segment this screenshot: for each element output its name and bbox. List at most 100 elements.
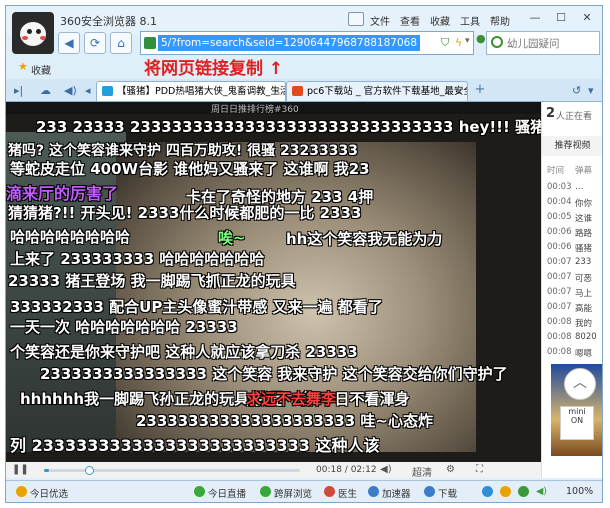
volume-icon[interactable]: ◀): [380, 464, 392, 475]
shield-icon[interactable]: ⛉: [441, 36, 449, 50]
back-button[interactable]: ◀: [58, 32, 80, 54]
restore-tab-icon[interactable]: ↺: [572, 84, 581, 97]
minimize-button[interactable]: —: [526, 10, 544, 26]
status-accelerator[interactable]: 加速器: [382, 486, 411, 500]
progress-bar[interactable]: [44, 466, 300, 475]
app-title: 360安全浏览器 8.1: [60, 15, 157, 28]
status-download[interactable]: 下载: [438, 486, 457, 500]
danmaku-list-text[interactable]: 你你: [575, 197, 592, 209]
danmaku-comment: 猜猜猪?!! 开头见! 2333什么时候都肥的一比 2333: [8, 204, 362, 222]
video-player[interactable]: 周日日推排行榜#360 233 23333 233333333333333333…: [6, 102, 541, 464]
danmaku-comment: hhhhhh我一脚踢飞孙正龙的玩具 我是一台 一日不看渾身: [20, 390, 410, 408]
menu-view[interactable]: 查看: [400, 13, 420, 28]
search-engine-icon[interactable]: ●: [476, 32, 486, 45]
search-box[interactable]: 幼儿园疑问: [486, 31, 600, 55]
quality-button[interactable]: 超清: [412, 464, 432, 479]
danmaku-comment: 求远不去舞李: [246, 390, 337, 408]
danmaku-list-time: 00:07: [547, 257, 572, 267]
progress-handle[interactable]: [85, 466, 95, 475]
video-topbar: 周日日推排行榜#360: [6, 102, 541, 115]
bilibili-icon: [102, 86, 113, 96]
fullscreen-icon[interactable]: ⛶: [476, 464, 483, 475]
progress-fill: [44, 469, 50, 472]
danmaku-list-text[interactable]: 233: [575, 257, 591, 267]
danmaku-list-text[interactable]: …: [575, 182, 584, 192]
danmaku-list-text[interactable]: 嗯嗯: [575, 347, 592, 359]
refresh-button[interactable]: ⟳: [84, 32, 106, 54]
new-tab-button[interactable]: +: [472, 83, 488, 98]
danmaku-list-text[interactable]: 马上: [575, 287, 592, 299]
pause-icon[interactable]: ❚❚: [12, 464, 29, 475]
danmaku-comment: 唉~: [218, 229, 246, 247]
doctor-icon: [324, 486, 335, 497]
navigation-bar: ◀ ⟳ ⌂ 5/?from=search&seid=12906447968788…: [6, 28, 602, 58]
skin-icon[interactable]: [348, 12, 364, 26]
live-icon: [194, 486, 205, 497]
zoom-level[interactable]: 100%: [566, 486, 593, 497]
mini-toggle[interactable]: mini ON: [560, 406, 594, 440]
star-icon[interactable]: ★: [18, 60, 28, 73]
menu-help[interactable]: 帮助: [490, 13, 510, 28]
status-today-picks[interactable]: 今日优选: [30, 486, 68, 500]
search-icon: [491, 36, 503, 48]
mini-label: mini: [568, 407, 586, 416]
close-icon[interactable]: ×: [273, 82, 281, 101]
danmaku-comment: 一天一次 哈哈哈哈哈哈哈 23333: [10, 318, 238, 336]
home-button[interactable]: ⌂: [110, 32, 132, 54]
address-bar[interactable]: 5/?from=search&seid=12906447968788187068…: [140, 31, 474, 55]
danmaku-comment: 等蛇皮走位 400W台影 谁他妈又骚来了 这谁啊 我23: [10, 160, 370, 178]
danmaku-list-text[interactable]: 可恶: [575, 272, 592, 284]
danmaku-comment: 哈哈哈哈哈哈哈哈: [10, 228, 131, 246]
maximize-button[interactable]: ☐: [552, 10, 570, 26]
danmaku-list-time: 00:07: [547, 302, 572, 312]
menu-tools[interactable]: 工具: [460, 13, 480, 28]
tab-menu-icon[interactable]: ▾: [588, 84, 594, 97]
lightning-icon[interactable]: ϟ: [455, 36, 462, 49]
danmaku-list-time: 00:07: [547, 287, 572, 297]
danmaku-list-time: 00:08: [547, 332, 572, 342]
chevron-down-icon[interactable]: ▾: [465, 36, 470, 46]
tab-pc6[interactable]: pc6下载站 _ 官方软件下载基地_最安全的 ×: [286, 81, 468, 101]
sound-icon[interactable]: ◀): [536, 486, 547, 497]
scroll-top-button[interactable]: ︿: [564, 368, 596, 400]
danmaku-list-time: 00:08: [547, 317, 572, 327]
address-url[interactable]: 5/?from=search&seid=12906447968788187068: [158, 35, 421, 51]
danmaku-comment: 233333333333333333333 哇~心态炸: [136, 412, 433, 430]
status-doctor[interactable]: 医生: [338, 486, 357, 500]
cloud-icon[interactable]: ☁: [40, 84, 51, 97]
danmaku-list-text[interactable]: 骚猪: [575, 242, 592, 254]
danmaku-list-text[interactable]: 路路: [575, 227, 592, 239]
danmaku-list-text[interactable]: 高能: [575, 302, 592, 314]
danmaku-comment: 卡在了奇怪的地方 233 4押: [186, 188, 374, 206]
status-live[interactable]: 今日直播: [208, 486, 246, 500]
tab-bar: ▸| ☁ ◀) ◂ 【骚猪】PDD热唱猪大侠_鬼畜调教_生活_bi × pc6下…: [6, 79, 602, 102]
favorites-button[interactable]: 收藏: [31, 62, 51, 77]
close-window-button[interactable]: ✕: [578, 10, 596, 26]
tab-bilibili[interactable]: 【骚猪】PDD热唱猪大侠_鬼畜调教_生活_bi ×: [96, 81, 286, 101]
search-placeholder: 幼儿园疑问: [507, 38, 560, 50]
danmaku-list-text[interactable]: 这谁: [575, 212, 592, 224]
menu-favorites[interactable]: 收藏: [430, 13, 450, 28]
menu-file[interactable]: 文件: [370, 13, 390, 28]
danmaku-list-text[interactable]: 我的: [575, 317, 592, 329]
time-header: 时间: [547, 166, 565, 176]
danmaku-list-text[interactable]: 8020: [575, 332, 597, 342]
status-cross-screen[interactable]: 跨屏浏览: [274, 486, 312, 500]
annotation-caption: 将网页链接复制 ↑: [144, 59, 284, 79]
recommend-tab[interactable]: 推荐视频: [542, 136, 602, 156]
speed-icon[interactable]: [500, 486, 511, 497]
speaker-icon[interactable]: ◀): [64, 84, 77, 97]
settings-icon[interactable]: ⚙: [446, 464, 455, 475]
ie-icon[interactable]: [482, 486, 493, 497]
favorites-bar: ★ 收藏 将网页链接复制 ↑: [6, 58, 602, 79]
danmaku-comment: 2333333333333333 这个笑容 我来守护 这个笑容交给你们守护了: [40, 365, 508, 383]
download-icon: [424, 486, 435, 497]
safe-icon[interactable]: [518, 486, 529, 497]
tab-label: 【骚猪】PDD热唱猪大侠_鬼畜调教_生活_bi: [117, 86, 286, 97]
close-icon[interactable]: ×: [455, 82, 463, 101]
player-controls: ❚❚ 00:18 / 02:12 ◀) 超清 ⚙ ⛶: [6, 462, 541, 479]
scroll-left-icon[interactable]: ◂: [85, 84, 91, 97]
tab-list-icon[interactable]: ▸|: [14, 84, 23, 97]
browser-window: 360安全浏览器 8.1 文件 查看 收藏 工具 帮助 — ☐ ✕ ◀ ⟳ ⌂ …: [5, 5, 603, 503]
danmaku-header: 弹幕: [575, 166, 593, 176]
